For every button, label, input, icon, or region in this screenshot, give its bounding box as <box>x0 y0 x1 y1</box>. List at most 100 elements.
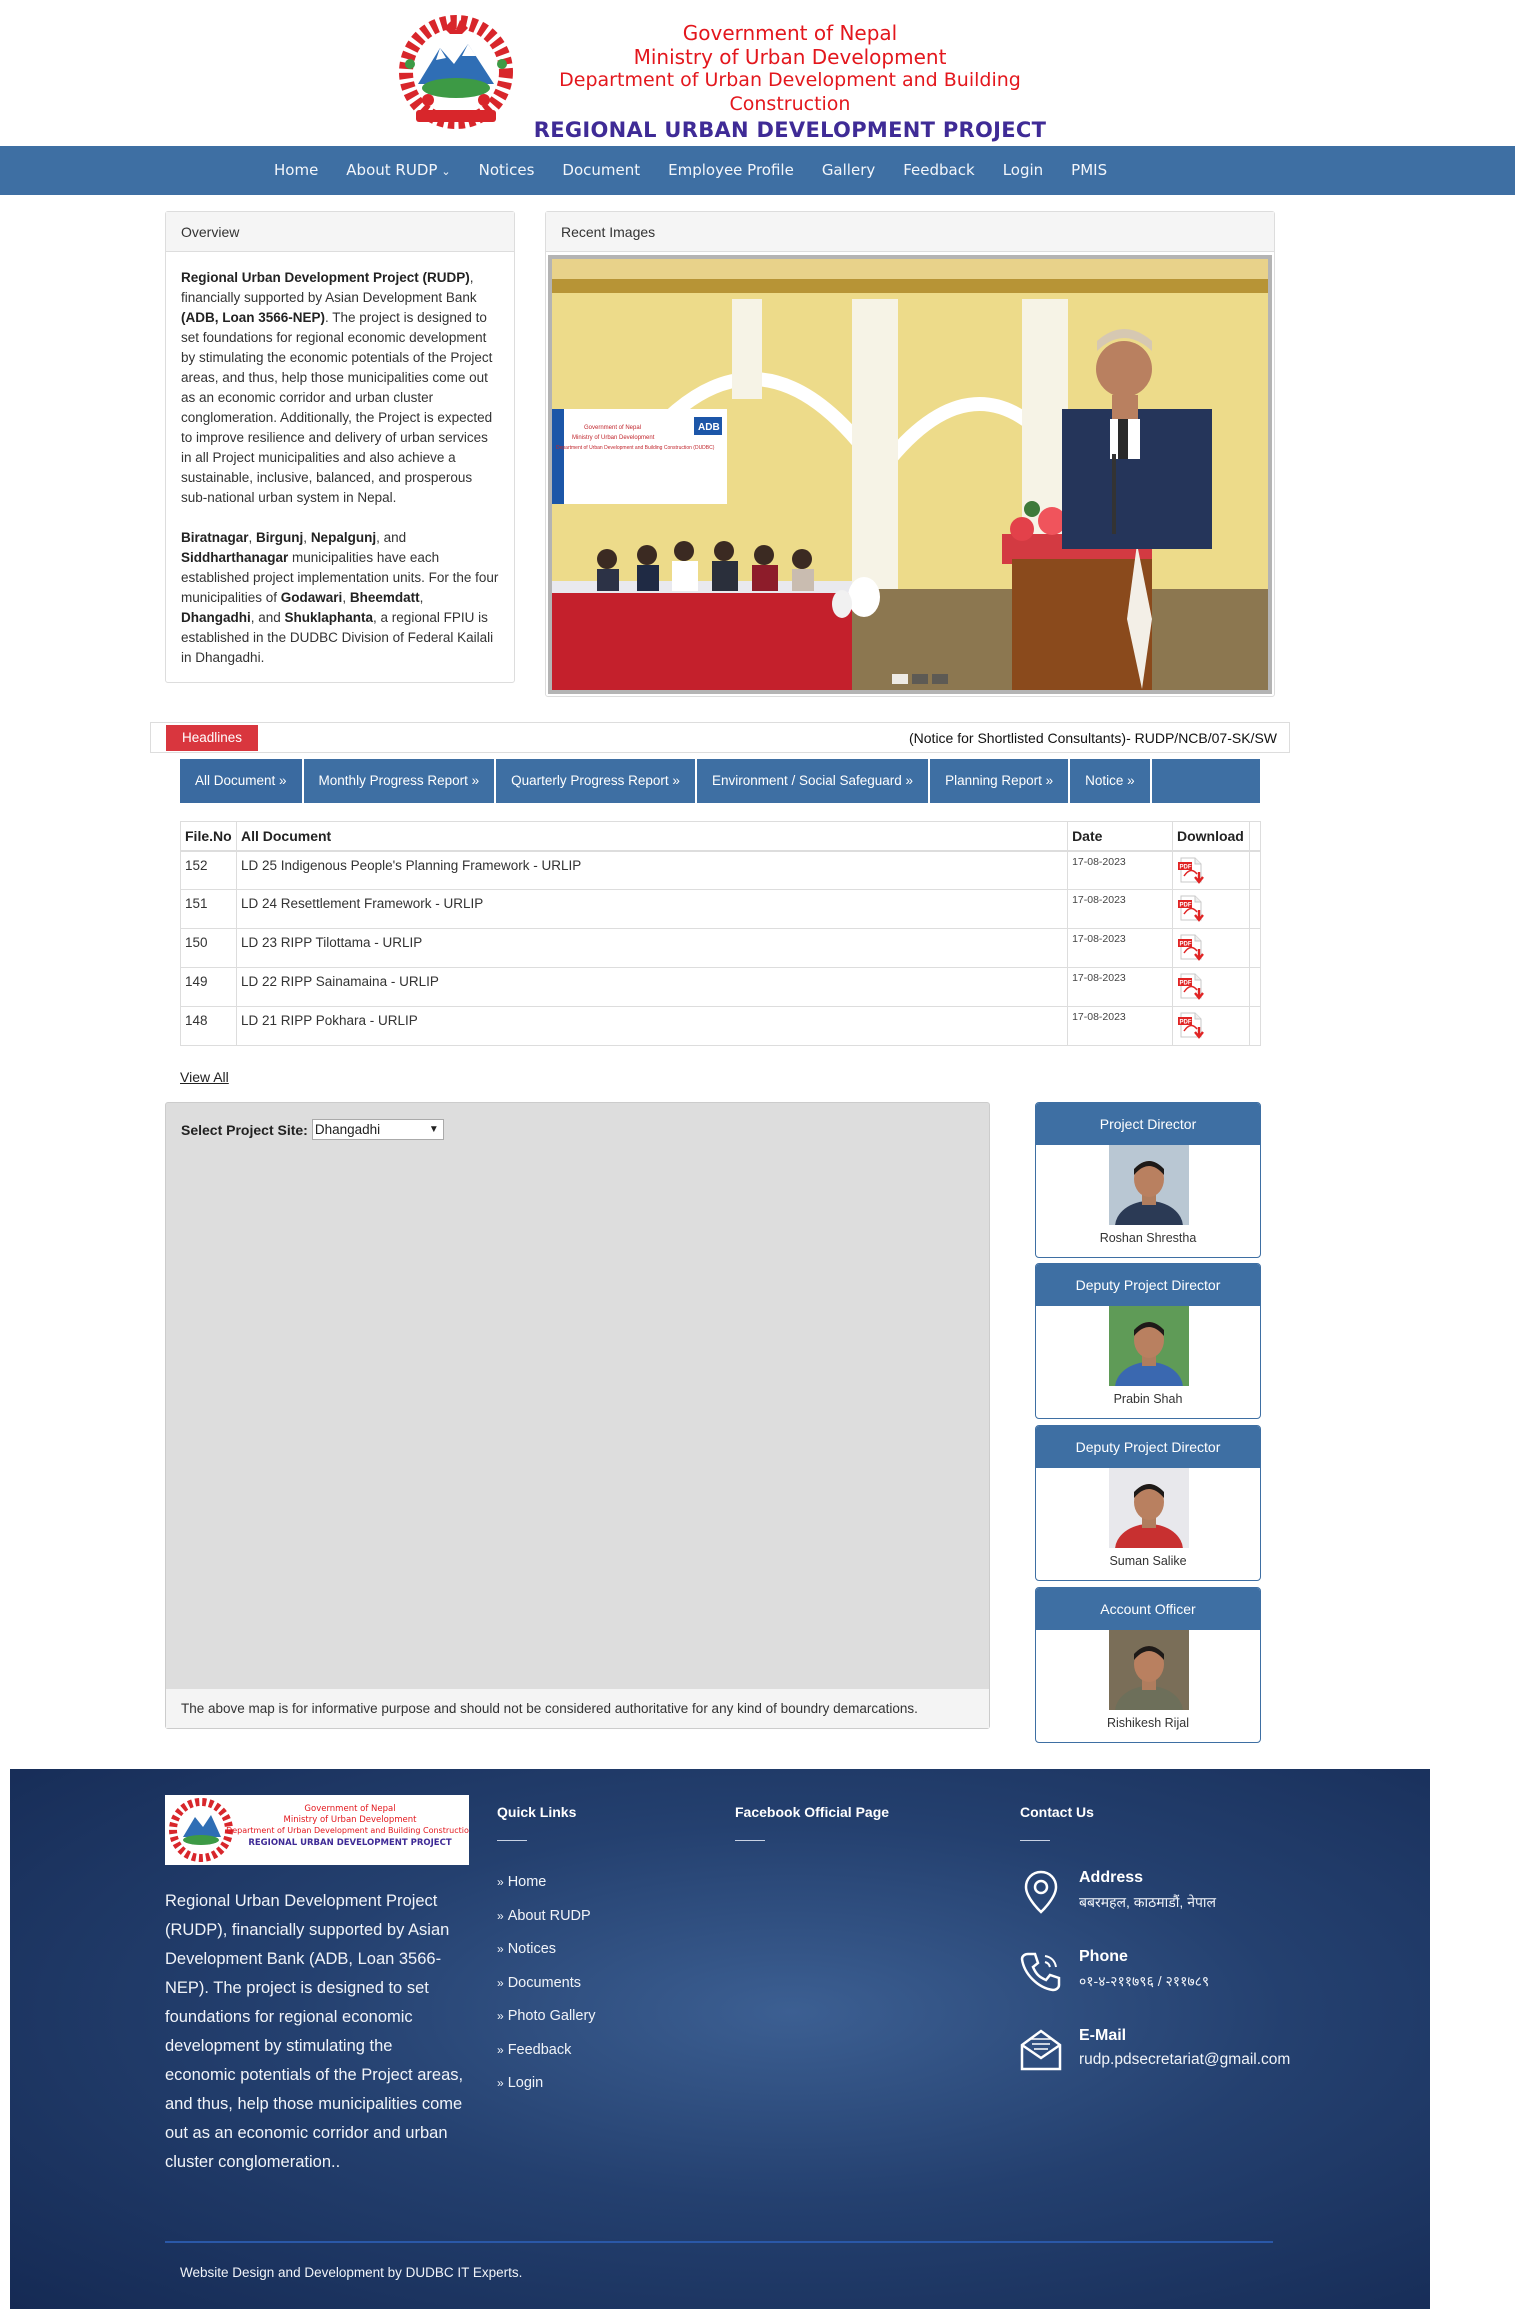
staff-card-project-director[interactable]: Project Director Roshan Shrestha <box>1035 1102 1261 1258</box>
staff-photo <box>1109 1306 1189 1386</box>
phone-icon <box>1020 1952 1061 1992</box>
quick-link-notices[interactable]: » Notices <box>497 1933 596 1967</box>
quick-link-photo-gallery[interactable]: » Photo Gallery <box>497 2000 596 2034</box>
download-cell: PDF <box>1171 928 1250 968</box>
svg-text:PDF: PDF <box>1179 981 1191 987</box>
pdf-download-icon[interactable]: PDF <box>1177 972 1207 1002</box>
site-footer: Government of Nepal Ministry of Urban De… <box>10 1769 1430 2309</box>
document-title-cell: LD 24 Resettlement Framework - URLIP <box>235 889 1069 929</box>
quick-link-label: Notices <box>507 1941 557 1957</box>
tab-notice[interactable]: Notice » <box>1070 759 1152 803</box>
tab-planning-report[interactable]: Planning Report » <box>930 759 1071 803</box>
quick-link-documents[interactable]: » Documents <box>497 1967 596 2001</box>
event-photo: Government of Nepal Ministry of Urban De… <box>552 259 1268 690</box>
quick-link-about-rudp[interactable]: » About RUDP <box>497 1900 596 1934</box>
date-cell: 17-08-2023 <box>1067 1006 1173 1046</box>
download-cell: PDF <box>1171 850 1250 890</box>
quick-link-feedback[interactable]: » Feedback <box>497 2034 596 2068</box>
nav-item-document[interactable]: Document <box>548 146 654 195</box>
email-title: E-Mail <box>1079 2027 1127 2044</box>
project-site-label: Select Project Site: <box>181 1121 308 1138</box>
footer-logo-line: Ministry of Urban Development <box>284 1815 418 1825</box>
document-title-cell: LD 23 RIPP Tilottama - URLIP <box>235 928 1069 968</box>
project-site-selected: Dhangadhi <box>314 1122 381 1137</box>
contact-title: Contact Us <box>1020 1804 1094 1820</box>
quick-links-underline <box>497 1840 527 1841</box>
address-title: Address <box>1079 1869 1144 1886</box>
pdf-download-icon[interactable]: PDF <box>1177 933 1207 963</box>
nav-list: Home About RUDP ⌄ Notices Document Employ… <box>260 146 1121 195</box>
overview-paragraph: Biratnagar, Birgunj, Nepalgunj, and Sidd… <box>181 528 499 668</box>
table-header-row: File.No All Document Date Download <box>180 821 1262 852</box>
header-department: Department of Urban Development and Buil… <box>559 69 1021 115</box>
pdf-download-icon[interactable]: PDF <box>1177 894 1207 924</box>
pdf-download-icon[interactable]: PDF <box>1177 1011 1207 1041</box>
svg-text:PDF: PDF <box>1179 942 1191 948</box>
nav-item-about-rudp[interactable]: About RUDP ⌄ <box>332 146 464 195</box>
overview-text-bold: Siddharthanagar <box>181 550 289 565</box>
image-slider[interactable]: Government of Nepal Ministry of Urban De… <box>548 255 1272 694</box>
overview-text: , <box>342 590 350 605</box>
column-header-file-no: File.No <box>180 821 237 852</box>
staff-name: Prabin Shah <box>1113 1392 1183 1406</box>
tab-environment-social-safeguard[interactable]: Environment / Social Safeguard » <box>697 759 931 803</box>
staff-role: Deputy Project Director <box>1036 1426 1260 1468</box>
footer-credit: Website Design and Development by DUDBC … <box>180 2265 523 2280</box>
nav-item-employee-profile[interactable]: Employee Profile <box>654 146 808 195</box>
double-chevron-right-icon: » <box>497 1942 504 1956</box>
contact-underline <box>1020 1840 1050 1841</box>
footer-emblem-logo: Government of Nepal Ministry of Urban De… <box>169 1798 474 1862</box>
svg-text:PDF: PDF <box>1179 1020 1191 1026</box>
svg-text:PDF: PDF <box>1179 903 1191 909</box>
footer-logo-line: Department of Urban Development and Buil… <box>226 1826 469 1835</box>
nav-item-feedback[interactable]: Feedback <box>889 146 988 195</box>
phone-title: Phone <box>1079 1948 1128 1965</box>
tab-quarterly-progress-report[interactable]: Quarterly Progress Report » <box>496 759 697 803</box>
tab-all-document[interactable]: All Document » <box>180 759 304 803</box>
overview-title: Overview <box>166 212 514 252</box>
quick-link-label: Feedback <box>507 2041 572 2058</box>
chevron-down-icon: ⌄ <box>441 165 451 178</box>
nav-item-notices[interactable]: Notices <box>465 146 549 195</box>
quick-link-label: Home <box>507 1874 547 1890</box>
column-header-download: Download <box>1171 821 1250 852</box>
footer-logo[interactable]: Government of Nepal Ministry of Urban De… <box>165 1795 474 1865</box>
spacer-cell <box>1248 967 1262 1007</box>
overview-text-bold: Birgunj <box>256 530 304 545</box>
nav-item-pmis[interactable]: PMIS <box>1057 146 1121 195</box>
tab-monthly-progress-report[interactable]: Monthly Progress Report » <box>304 759 497 803</box>
footer-logo-project: REGIONAL URBAN DEVELOPMENT PROJECT <box>248 1838 452 1848</box>
headline-marquee-link[interactable]: (Notice for Shortlisted Consultants)- RU… <box>909 723 1277 752</box>
slider-dot[interactable] <box>912 674 928 684</box>
quick-link-label: About RUDP <box>507 1907 591 1924</box>
double-chevron-right-icon: » <box>497 1908 504 1923</box>
header-title-block: Government of Nepal Ministry of Urban De… <box>520 21 1060 144</box>
file-no-cell: 150 <box>180 928 237 968</box>
staff-photo <box>1109 1630 1189 1710</box>
overview-text: . The project is designed to set foundat… <box>181 310 493 505</box>
staff-card-deputy-project-director[interactable]: Deputy Project Director Prabin Shah <box>1035 1263 1261 1419</box>
nav-item-gallery[interactable]: Gallery <box>808 146 889 195</box>
overview-text-bold: Regional Urban Development Project (RUDP… <box>181 270 470 285</box>
pdf-download-icon[interactable]: PDF <box>1177 856 1207 886</box>
email-value[interactable]: rudp.pdsecretariat@gmail.com <box>1079 2051 1290 2069</box>
quick-link-home[interactable]: » Home <box>497 1866 596 1900</box>
slider-dot[interactable] <box>932 674 948 684</box>
column-header-spacer <box>1248 821 1262 852</box>
view-all-link[interactable]: View All <box>180 1069 229 1085</box>
date-cell: 17-08-2023 <box>1067 850 1173 890</box>
nepal-emblem-logo[interactable] <box>388 14 524 134</box>
quick-link-login[interactable]: » Login <box>497 2067 596 2101</box>
nav-item-home[interactable]: Home <box>260 146 332 195</box>
nav-item-login[interactable]: Login <box>989 146 1057 195</box>
document-tabs: All Document » Monthly Progress Report »… <box>180 759 1260 803</box>
project-site-select[interactable]: Dhangadhi ▼ <box>311 1119 444 1140</box>
map-pin-icon <box>1024 1870 1058 1914</box>
column-header-document: All Document <box>235 821 1069 852</box>
staff-card-deputy-project-director[interactable]: Deputy Project Director Suman Salike <box>1035 1425 1261 1581</box>
staff-card-account-officer[interactable]: Account Officer Rishikesh Rijal <box>1035 1587 1261 1743</box>
project-site-map[interactable]: Select Project Site: Dhangadhi ▼ The abo… <box>165 1102 990 1729</box>
banner-logo: ADB <box>698 422 720 433</box>
slider-dot[interactable] <box>892 674 908 684</box>
svg-text:PDF: PDF <box>1179 864 1191 870</box>
